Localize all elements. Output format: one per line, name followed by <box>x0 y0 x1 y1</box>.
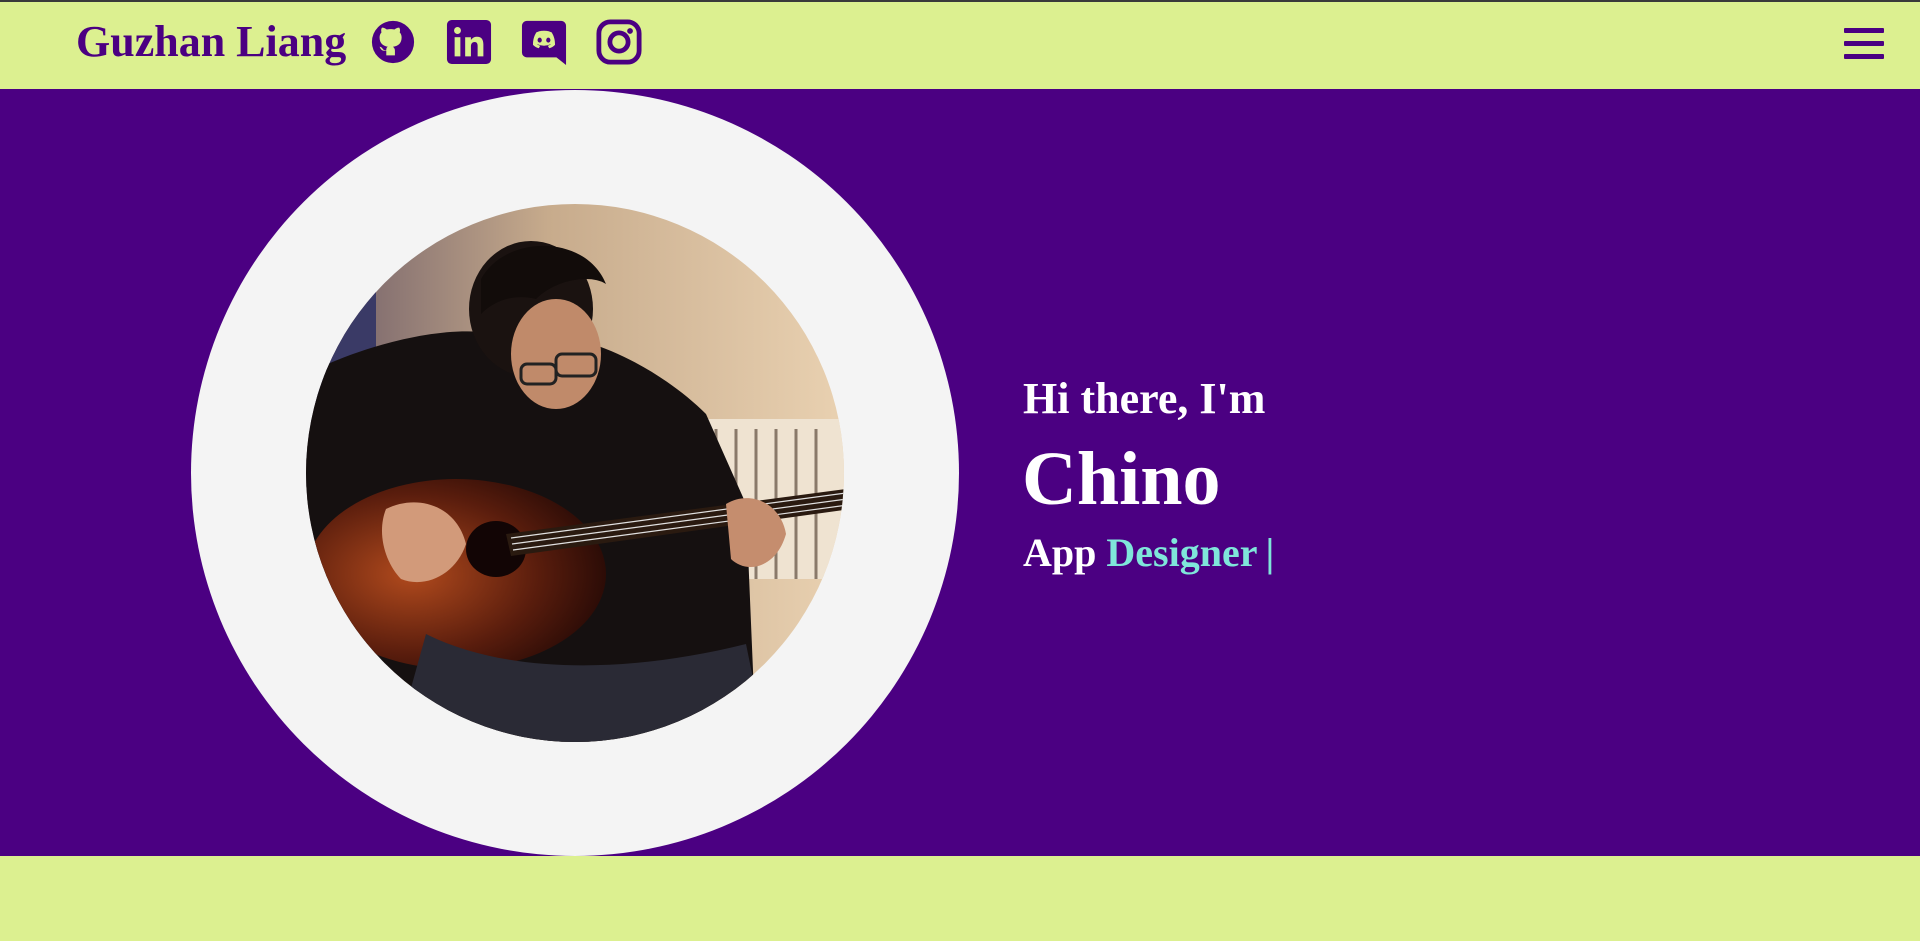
hero-name: Chino <box>1022 437 1221 521</box>
hamburger-menu-icon[interactable] <box>1844 28 1884 60</box>
profile-photo <box>306 204 844 742</box>
github-icon[interactable] <box>370 18 416 66</box>
role-typed-text: Designer <box>1106 530 1258 575</box>
brand-name[interactable]: Guzhan Liang <box>76 16 346 68</box>
role-prefix: App <box>1023 530 1097 575</box>
linkedin-icon[interactable] <box>446 18 492 66</box>
hero-section: Hi there, I'm Chino App Designer | <box>0 89 1920 856</box>
hero-greeting: Hi there, I'm <box>1023 374 1266 423</box>
typing-cursor: | <box>1265 530 1275 575</box>
navbar: Guzhan Liang <box>0 0 1920 89</box>
hero-role: App Designer | <box>1023 527 1274 579</box>
discord-icon[interactable] <box>521 18 567 66</box>
instagram-icon[interactable] <box>596 18 642 66</box>
